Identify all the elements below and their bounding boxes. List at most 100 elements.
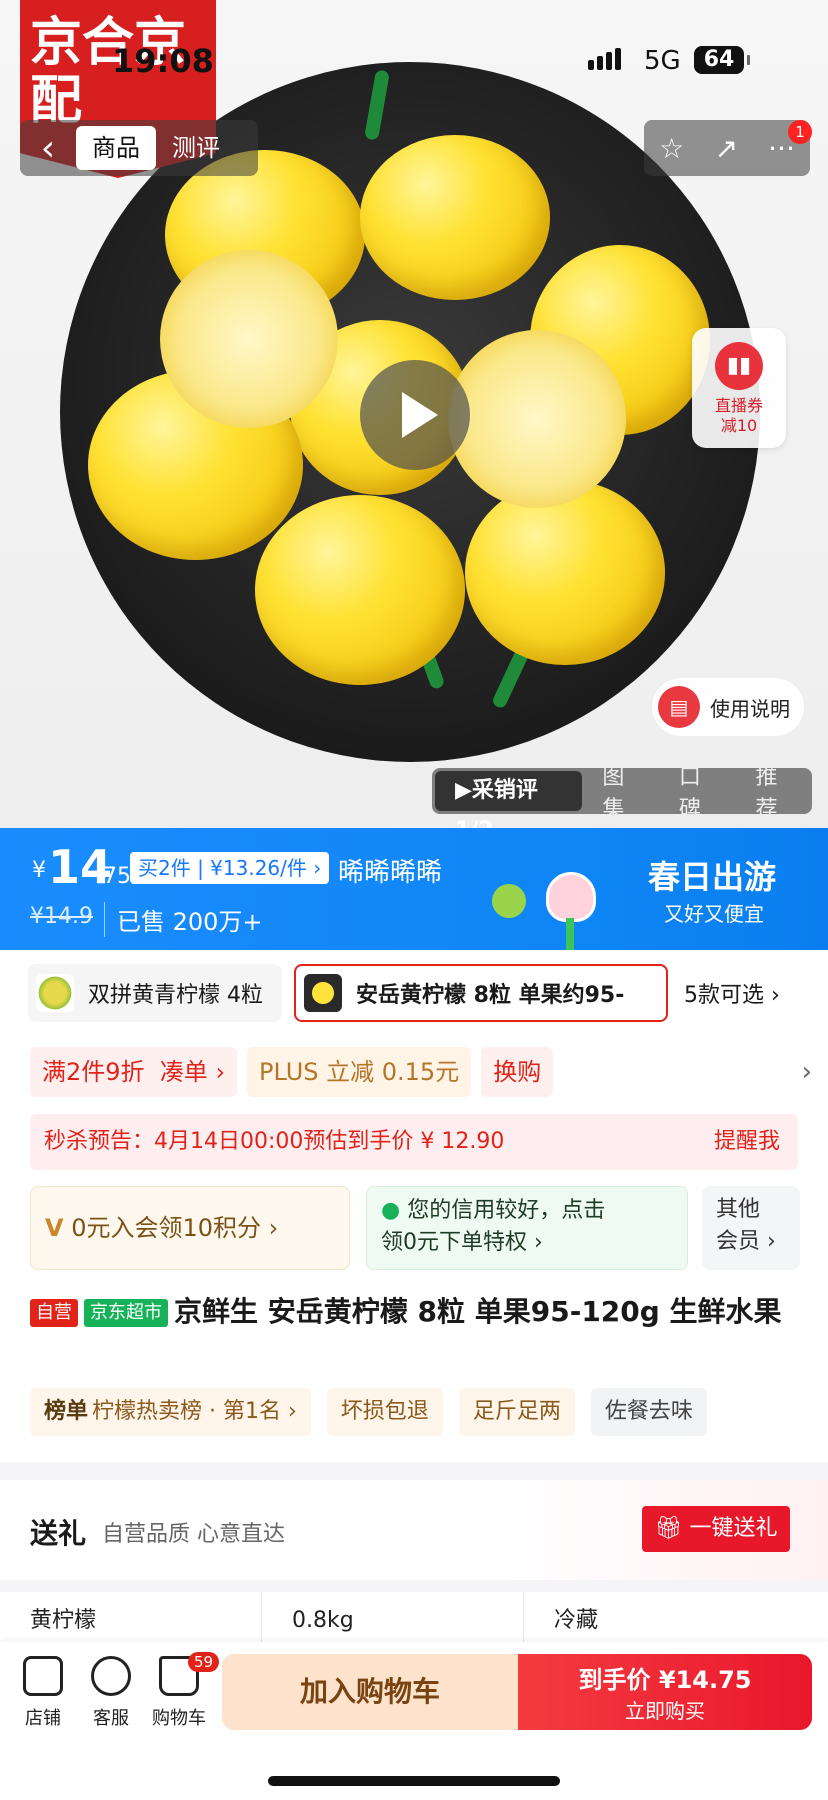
campaign-title: 春日出游 (648, 858, 777, 896)
credit-label-1: 您的信用较好，点击 (407, 1198, 606, 1223)
chevron-right-icon[interactable]: › (802, 1057, 812, 1087)
store-icon (23, 1656, 63, 1696)
battery-icon: 64 (694, 46, 750, 74)
media-tab-reputation[interactable]: 口碑 (659, 759, 736, 823)
price-decimal: .75 (96, 864, 131, 889)
cart-count-badge: 59 (188, 1652, 220, 1672)
customer-service-button[interactable]: 客服 (76, 1656, 146, 1730)
tulip-icon (546, 872, 596, 922)
other-member-card[interactable]: 其他 会员 › (702, 1186, 800, 1270)
live-label-2: 减10 (720, 416, 758, 435)
flash-sale-notice: 秒杀预告：4月14日00:00预估到手价 ¥ 12.90 提醒我 (30, 1114, 798, 1170)
section-divider (0, 1462, 828, 1480)
tab-review[interactable]: 测评 (156, 126, 236, 170)
top-nav: ‹ 商品 测评 (20, 120, 258, 176)
lemon (360, 135, 550, 300)
jd-supermarket-tag: 京东超市 (84, 1299, 168, 1327)
variant-option[interactable]: 双拼黄青柠檬 4粒 (28, 964, 282, 1022)
service-icon (91, 1656, 131, 1696)
tab-product[interactable]: 商品 (76, 126, 156, 170)
clover-icon (492, 884, 526, 918)
spec-item: 黄柠檬 (0, 1592, 262, 1642)
lemon (255, 495, 465, 685)
usage-chip[interactable]: 佐餐去味 (590, 1388, 707, 1436)
join-member-label: 0元入会领10积分 › (71, 1214, 279, 1242)
send-gift-button[interactable]: 🎁︎ 一键送礼 (642, 1506, 790, 1552)
variant-label: 安岳黄柠檬 8粒 单果约95- (356, 983, 625, 1008)
ranking-chip[interactable]: 榜单 柠檬热卖榜 · 第1名 › (30, 1388, 311, 1436)
store-button[interactable]: 店铺 (8, 1656, 78, 1730)
product-tags: 榜单 柠檬热卖榜 · 第1名 › 坏损包退 足斤足两 佐餐去味 (30, 1388, 820, 1438)
usage-label: 使用说明 (710, 696, 790, 721)
status-bar: 19:08 5G 64 (0, 0, 828, 100)
v-icon: V (45, 1214, 64, 1242)
discount-badge[interactable]: 满2件9折 凑单 › (30, 1047, 238, 1097)
media-tab-gallery[interactable]: 图集 (582, 759, 659, 823)
damage-refund-chip[interactable]: 坏损包退 (326, 1388, 443, 1436)
lemon-half (448, 330, 626, 508)
spec-row[interactable]: 黄柠檬 0.8kg 冷藏 (0, 1592, 828, 1642)
lemon (465, 480, 665, 665)
buy-price: 到手价 ¥14.75 (578, 1666, 752, 1694)
multi-buy-badge[interactable]: 买2件 | ¥13.26/件 › (130, 852, 330, 884)
price-currency: ¥ (32, 858, 46, 883)
spec-item: 冷藏 (554, 1608, 599, 1633)
back-icon[interactable]: ‹ (20, 120, 76, 176)
tulip-stem (566, 918, 574, 950)
member-offers: V 0元入会领10积分 › ● 您的信用较好，点击 领0元下单特权 › 其他 会… (30, 1186, 800, 1270)
trade-in-badge[interactable]: 换购 (481, 1047, 554, 1097)
product-image[interactable]: 京合京配 19:08 5G 64 ‹ 商品 测评 ☆ ↗ ··· 1 ▮▮ 直播… (0, 0, 828, 828)
top-actions: ☆ ↗ ··· (644, 120, 810, 176)
self-operated-tag: 自营 (30, 1299, 78, 1327)
bottom-action-bar: 店铺 客服 59 购物车 加入购物车 到手价 ¥14.75 立即购买 (0, 1642, 828, 1800)
network-label: 5G (644, 46, 681, 76)
add-to-cart-button[interactable]: 加入购物车 (222, 1654, 518, 1730)
sold-count: 已售 200万+ (104, 902, 263, 937)
spec-item: 0.8kg (262, 1592, 524, 1642)
media-tab-recommend[interactable]: 推荐 (735, 759, 812, 823)
product-title: 自营 京东超市 京鲜生 安岳黄柠檬 8粒 单果95-120g 生鲜水果 (30, 1292, 800, 1332)
live-label-1: 直播券 (714, 396, 763, 415)
remind-me-button[interactable]: 提醒我 (714, 1114, 780, 1170)
signal-icon (588, 48, 624, 70)
plus-discount-badge[interactable]: PLUS 立减 0.15元 (247, 1047, 472, 1097)
gift-section: 送礼 自营品质 心意直达 🎁︎ 一键送礼 (0, 1480, 828, 1580)
credit-offer-card[interactable]: ● 您的信用较好，点击 领0元下单特权 › (366, 1186, 688, 1270)
variant-selector: 双拼黄青柠檬 4粒 安岳黄柠檬 8粒 单果约95- 5款可选 › (28, 964, 820, 1022)
price-slogan: 晞晞晞晞 (338, 858, 443, 888)
gift-subtitle: 自营品质 心意直达 (102, 1522, 285, 1547)
gift-title: 送礼 (30, 1517, 87, 1550)
more-variants-link[interactable]: 5款可选 › (684, 977, 780, 1009)
usage-guide-button[interactable]: ▤ 使用说明 (652, 678, 804, 736)
join-member-card[interactable]: V 0元入会领10积分 › (30, 1186, 350, 1270)
flash-sale-text: 秒杀预告：4月14日00:00预估到手价 ¥ 12.90 (44, 1129, 505, 1154)
variant-thumb (36, 974, 74, 1012)
cart-button[interactable]: 59 购物车 (144, 1652, 220, 1730)
book-icon: ▤ (658, 686, 700, 728)
variant-option-selected[interactable]: 安岳黄柠檬 8粒 单果约95- (294, 964, 668, 1022)
play-video-button[interactable] (360, 360, 470, 470)
gift-icon: 🎁︎ (654, 1516, 683, 1541)
share-icon[interactable]: ↗ (714, 132, 737, 165)
live-icon: ▮▮ (715, 342, 763, 390)
original-price: ¥14.9 (30, 904, 93, 929)
status-time: 19:08 (112, 42, 214, 80)
live-coupon-button[interactable]: ▮▮ 直播券 减10 (692, 328, 786, 448)
variant-thumb (304, 974, 342, 1012)
other-member-label-2: 会员 › (716, 1229, 776, 1254)
favorite-star-icon[interactable]: ☆ (659, 132, 684, 165)
full-weight-chip[interactable]: 足斤足两 (458, 1388, 575, 1436)
buy-now-label: 立即购买 (625, 1699, 705, 1723)
promotion-row: 满2件9折 凑单 › PLUS 立减 0.15元 换购 › (30, 1046, 820, 1098)
price-banner: ¥ 14 .75 买2件 | ¥13.26/件 › 晞晞晞晞 ¥14.9 已售 … (0, 828, 828, 950)
media-tab-review[interactable]: ▶采销评 1/2 (435, 771, 583, 828)
credit-icon: ● (381, 1198, 401, 1223)
product-title-text: 京鲜生 安岳黄柠檬 8粒 单果95-120g 生鲜水果 (174, 1295, 782, 1328)
buy-now-button[interactable]: 到手价 ¥14.75 立即购买 (518, 1654, 812, 1730)
campaign-subtitle: 又好又便宜 (664, 902, 764, 926)
other-member-label-1: 其他 (716, 1197, 761, 1222)
variant-label: 双拼黄青柠檬 4粒 (88, 983, 263, 1008)
lemon-half (160, 250, 338, 428)
media-tabs: ▶采销评 1/2 图集 口碑 推荐 (432, 765, 812, 828)
notification-badge: 1 (788, 120, 812, 144)
